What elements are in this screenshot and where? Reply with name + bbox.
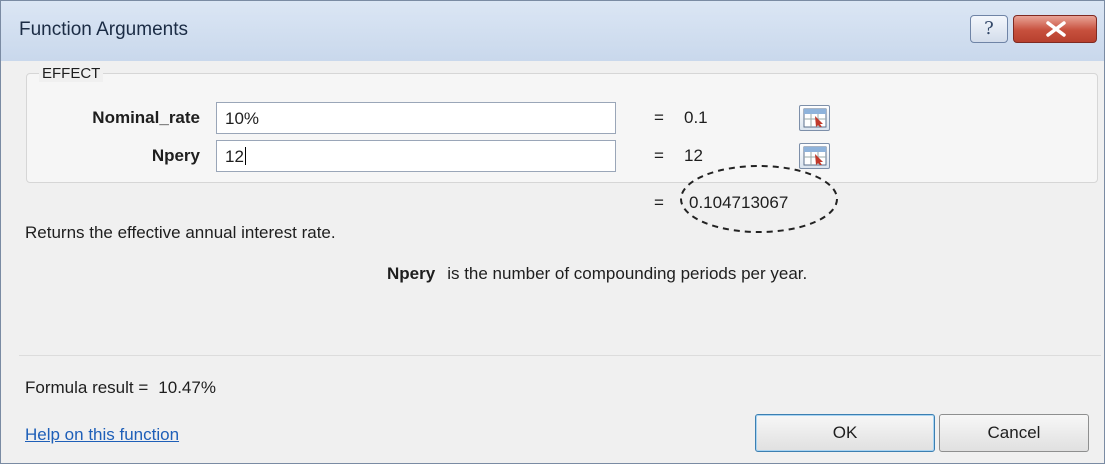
separator xyxy=(19,355,1101,356)
npery-label: Npery xyxy=(151,146,200,165)
close-button[interactable] xyxy=(1013,15,1097,43)
npery-input[interactable]: 12 xyxy=(216,140,830,172)
nominal-rate-eq: = xyxy=(654,108,664,127)
npery-eq: = xyxy=(654,146,664,165)
highlight-oval xyxy=(680,165,838,233)
ok-button[interactable]: OK xyxy=(755,414,935,452)
cancel-button[interactable]: Cancel xyxy=(939,414,1089,452)
argument-help-name: Npery xyxy=(387,264,436,283)
nominal-rate-input[interactable]: 10% xyxy=(216,102,830,134)
close-icon xyxy=(1046,21,1066,37)
formula-result-label: Formula result = xyxy=(25,378,149,397)
argument-help-text: is the number of compounding periods per… xyxy=(447,264,808,283)
help-button[interactable]: ? xyxy=(970,15,1008,43)
nominal-rate-ref-button[interactable] xyxy=(799,105,830,131)
function-description: Returns the effective annual interest ra… xyxy=(25,223,336,242)
range-select-icon xyxy=(803,146,827,166)
argument-help: Npery is the number of compounding period… xyxy=(387,264,807,284)
nominal-rate-label: Nominal_rate xyxy=(92,108,200,127)
function-arguments-dialog: Function Arguments ? EFFECT Nominal_rate… xyxy=(0,0,1105,464)
question-icon: ? xyxy=(984,18,994,39)
help-on-function-link[interactable]: Help on this function xyxy=(25,425,179,445)
formula-result-value: 10.47% xyxy=(158,378,216,397)
npery-value: 12 xyxy=(225,147,246,167)
npery-result: 12 xyxy=(684,146,703,165)
range-select-icon xyxy=(803,108,827,128)
formula-result: Formula result = 10.47% xyxy=(25,378,216,398)
title-bar: Function Arguments ? xyxy=(1,1,1104,61)
npery-value-text: 12 xyxy=(225,147,244,166)
function-name: EFFECT xyxy=(39,65,104,82)
final-result-eq: = xyxy=(654,193,664,212)
text-caret xyxy=(244,147,246,165)
nominal-rate-value: 10% xyxy=(225,109,260,128)
dialog-title: Function Arguments xyxy=(19,19,188,40)
nominal-rate-result: 0.1 xyxy=(684,108,708,127)
